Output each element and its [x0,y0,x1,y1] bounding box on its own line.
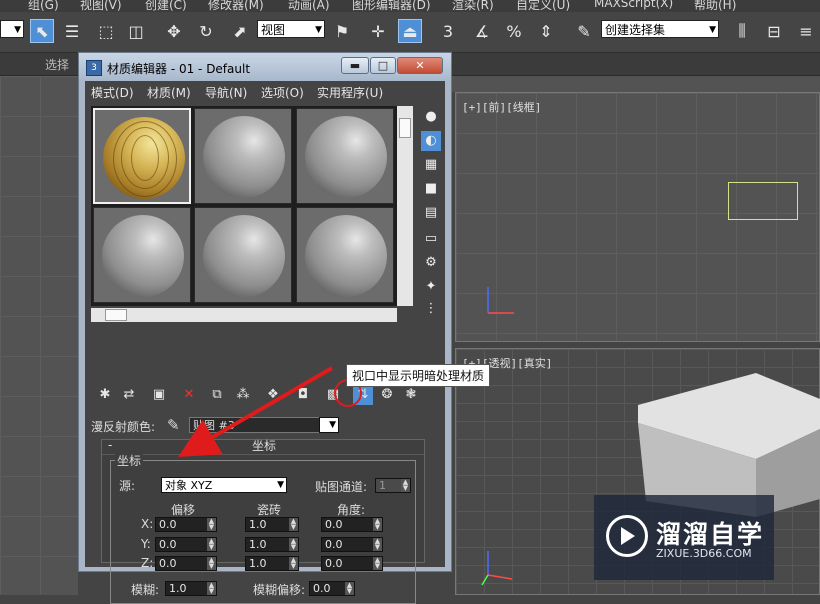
watermark-url: ZIXUE.3D66.COM [656,547,752,560]
tooltip: 视口中显示明暗处理材质 [346,364,491,387]
watermark: 溜溜自学 ZIXUE.3D66.COM [594,495,774,580]
watermark-title: 溜溜自学 [656,520,765,549]
play-logo-icon [606,515,648,557]
